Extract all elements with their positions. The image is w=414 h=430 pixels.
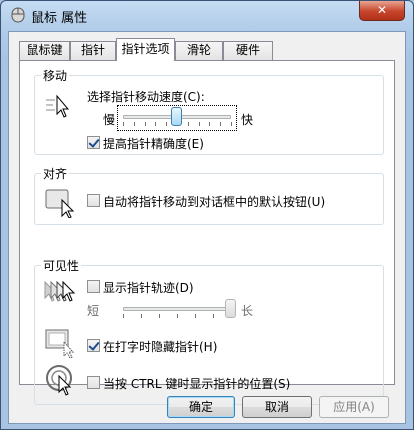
slow-label: 慢 (103, 113, 116, 127)
ok-button[interactable]: 确定 (167, 396, 235, 418)
slider-tick (209, 122, 210, 126)
slider-tick (145, 122, 146, 126)
slider-tick (166, 122, 167, 126)
slider-tick (134, 122, 135, 126)
snap-to-icon (45, 189, 75, 218)
trail-slider-thumb[interactable] (225, 299, 236, 318)
pointer-options-panel: 移动 选择指针移动速度(C): 慢 快 提高指针精确度(E) 对齐 自动将指针移… (19, 60, 395, 405)
window-title: 鼠标 属性 (31, 11, 88, 26)
precision-checkbox[interactable] (87, 136, 100, 149)
trail-slider-track[interactable] (123, 307, 231, 311)
slider-tick (220, 122, 221, 126)
precision-label[interactable]: 提高指针精确度(E) (103, 135, 204, 152)
hide-while-typing-label[interactable]: 在打字时隐藏指针(H) (103, 338, 217, 355)
snap-group: 对齐 自动将指针移动到对话框中的默认按钮(U) (34, 165, 384, 225)
speed-slider-thumb[interactable] (171, 107, 182, 126)
tab-buttons[interactable]: 鼠标键 (19, 41, 70, 60)
slider-tick (123, 314, 124, 318)
tab-wheel[interactable]: 滑轮 (175, 41, 223, 60)
pointer-speed-icon (46, 94, 70, 118)
tab-pointer-options[interactable]: 指针选项 (116, 38, 175, 61)
ctrl-locate-icon (46, 365, 72, 396)
mouse-icon (11, 7, 25, 23)
title-bar[interactable]: 鼠标 属性 ✕ (1, 1, 413, 31)
trails-checkbox[interactable] (87, 280, 100, 293)
slider-tick (213, 314, 214, 318)
ctrl-locate-label[interactable]: 当按 CTRL 键时显示指针的位置(S) (103, 375, 290, 392)
hide-while-typing-icon (45, 329, 75, 358)
trails-label[interactable]: 显示指针轨迹(D) (103, 279, 194, 296)
close-button[interactable]: ✕ (359, 1, 405, 21)
slider-tick (199, 122, 200, 126)
hide-while-typing-checkbox[interactable] (87, 339, 100, 352)
apply-button[interactable]: 应用(A) (319, 396, 389, 418)
slider-tick (231, 122, 232, 126)
short-label: 短 (87, 304, 100, 318)
long-label: 长 (241, 304, 254, 318)
snap-checkbox[interactable] (87, 194, 100, 207)
pointer-trails-icon (44, 280, 76, 302)
slider-tick (155, 122, 156, 126)
snap-label[interactable]: 自动将指针移动到对话框中的默认按钮(U) (103, 193, 325, 210)
cancel-button[interactable]: 取消 (242, 396, 312, 418)
slider-tick (195, 314, 196, 318)
mouse-properties-window: 鼠标 属性 ✕ 鼠标键 指针 指针选项 滑轮 硬件 移动 选择指针移动速度(C)… (0, 0, 414, 430)
motion-group-title: 移动 (41, 67, 70, 84)
speed-label: 选择指针移动速度(C): (87, 90, 205, 104)
snap-group-title: 对齐 (41, 165, 70, 182)
slider-tick (159, 314, 160, 318)
visibility-group-title: 可见性 (41, 257, 82, 274)
ctrl-locate-checkbox[interactable] (87, 376, 100, 389)
slider-tick (141, 314, 142, 318)
tab-hardware[interactable]: 硬件 (223, 41, 273, 60)
visibility-group: 可见性 显示指针轨迹(D) 短 长 在打字时隐藏指针(H) 当按 CTRL 键时… (34, 257, 384, 405)
dialog-client-area: 鼠标键 指针 指针选项 滑轮 硬件 移动 选择指针移动速度(C): 慢 快 提高… (8, 31, 406, 424)
fast-label: 快 (241, 113, 254, 127)
motion-group: 移动 选择指针移动速度(C): 慢 快 提高指针精确度(E) (34, 67, 384, 155)
tab-pointers[interactable]: 指针 (70, 41, 116, 60)
slider-tick (177, 314, 178, 318)
slider-tick (123, 122, 124, 126)
slider-tick (188, 122, 189, 126)
